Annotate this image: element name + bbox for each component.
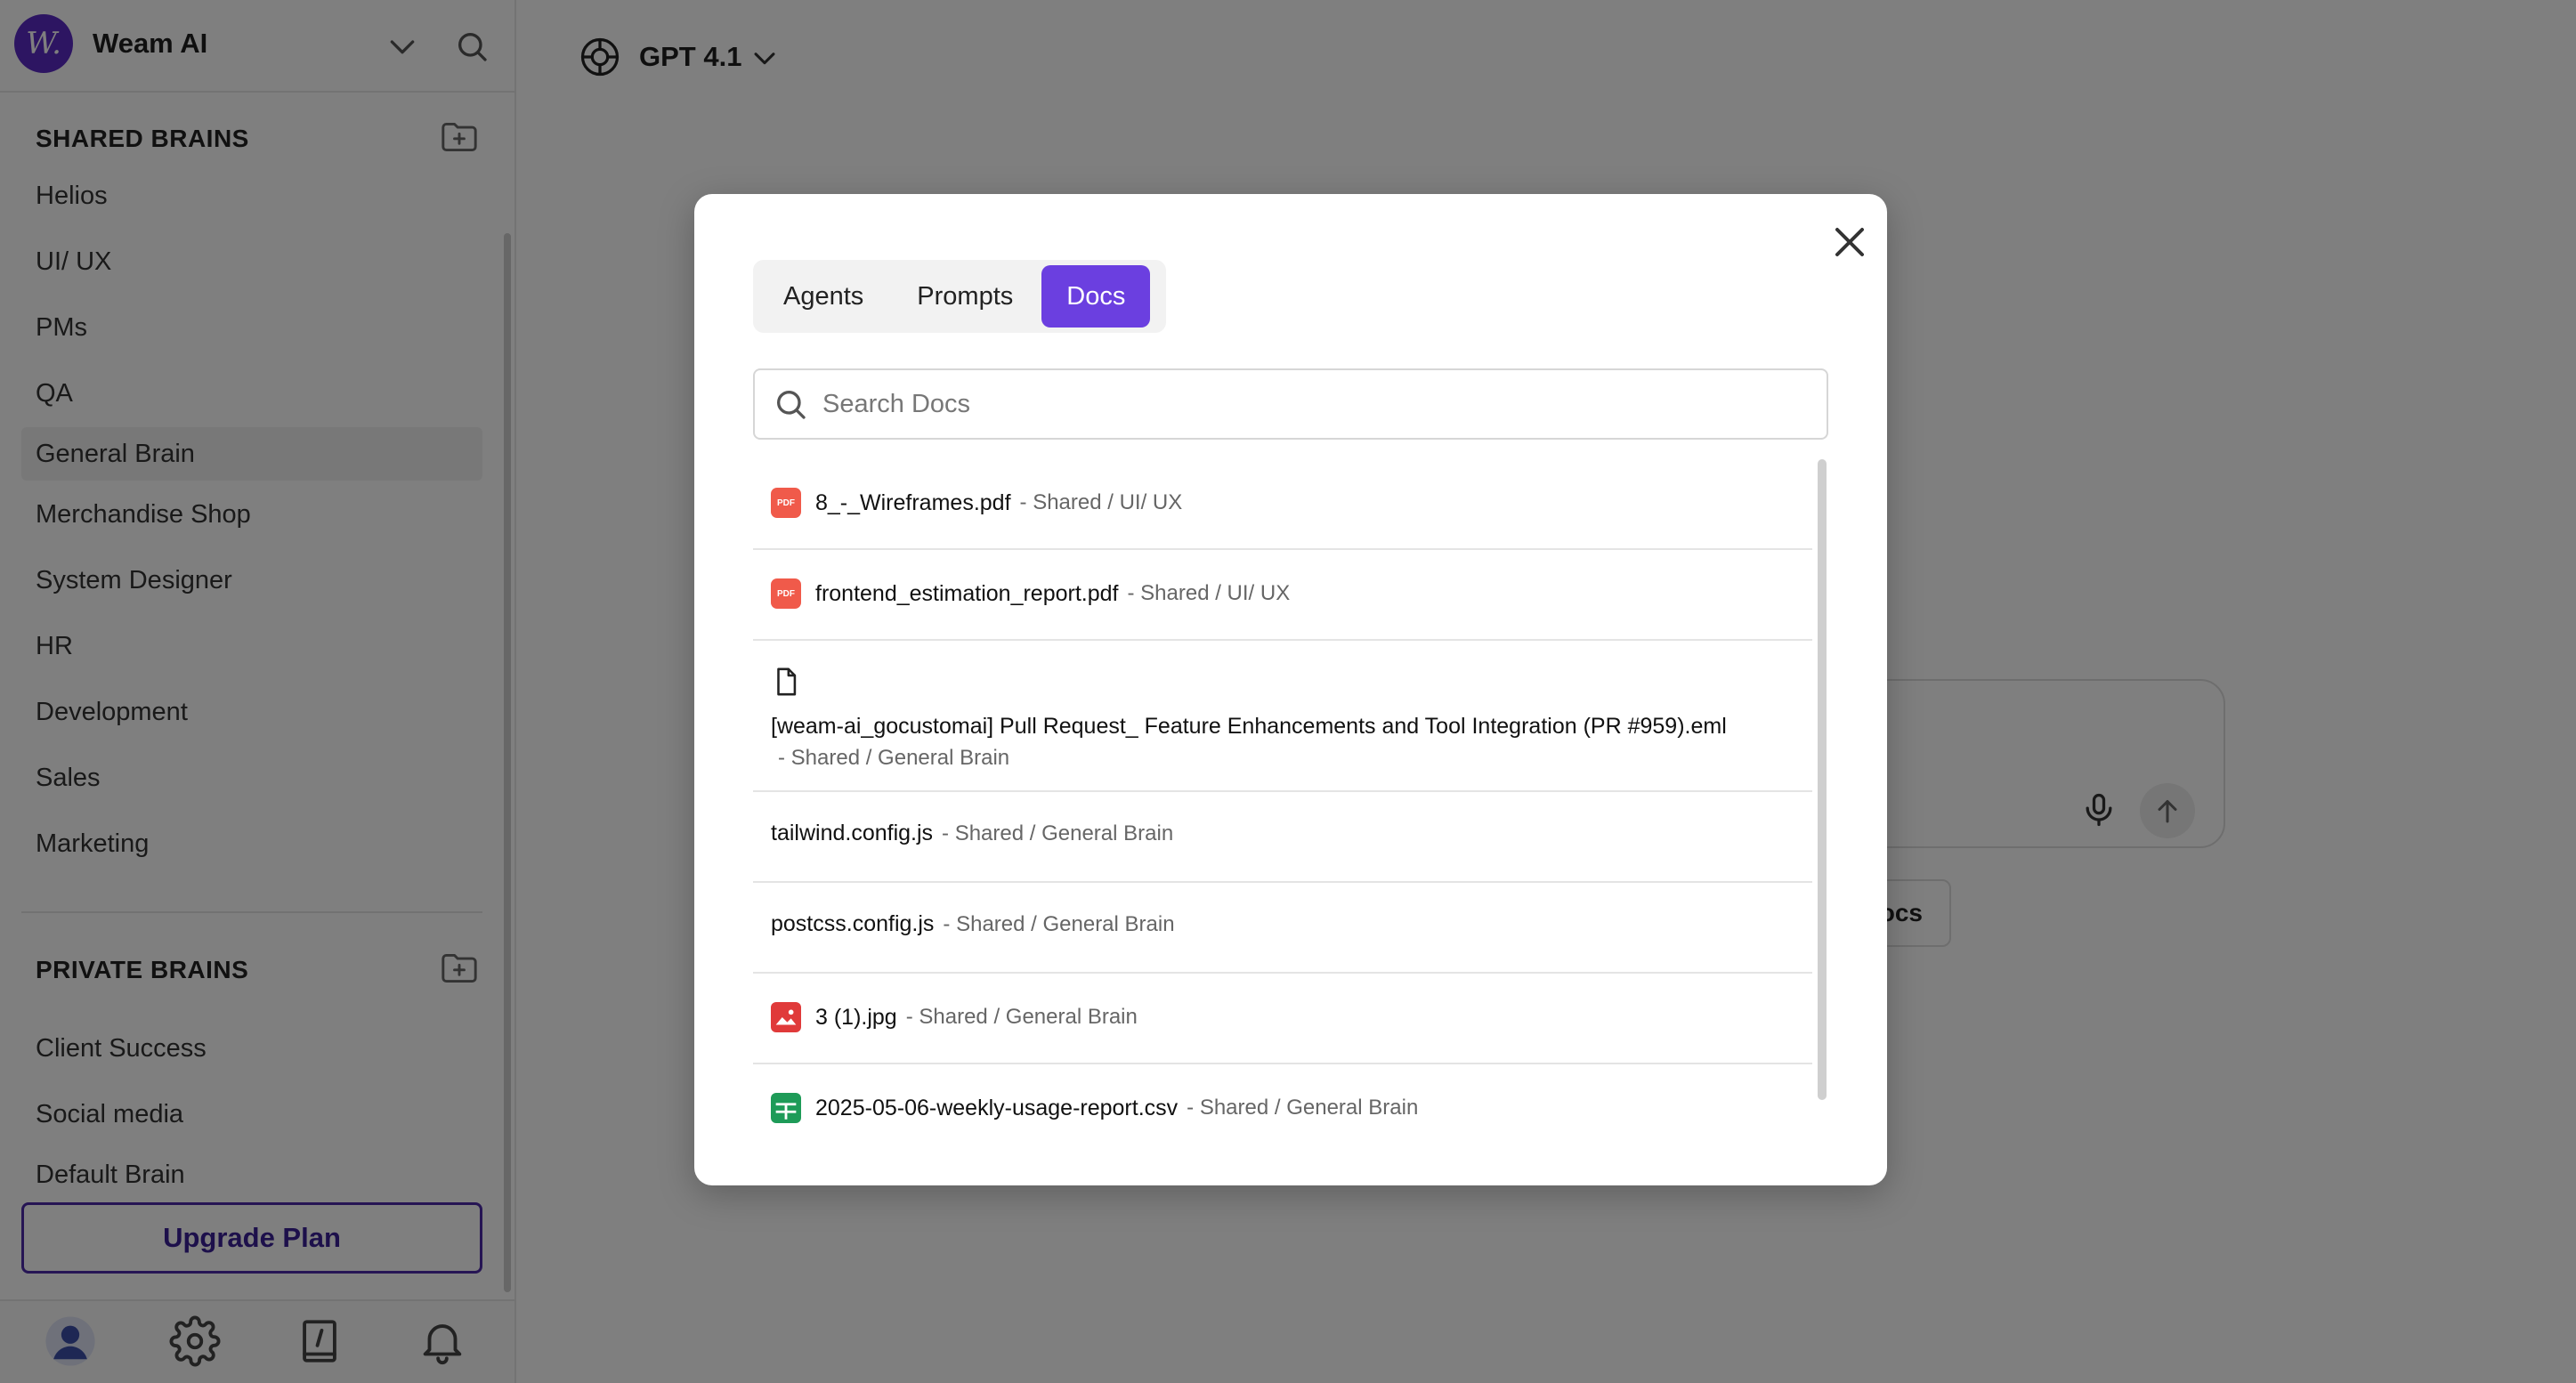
doc-path: - Shared / UI/ UX: [1127, 581, 1291, 605]
list-item[interactable]: 3 (1).jpg - Shared / General Brain: [753, 974, 1812, 1064]
search-docs-field[interactable]: [753, 368, 1828, 440]
list-item[interactable]: tailwind.config.js - Shared / General Br…: [753, 792, 1812, 883]
list-item[interactable]: PDF 8_-_Wireframes.pdf - Shared / UI/ UX: [753, 459, 1812, 550]
image-icon: [771, 1002, 801, 1032]
doc-path: - Shared / General Brain: [943, 911, 1175, 936]
search-input[interactable]: [822, 389, 1802, 419]
doc-name: [weam-ai_gocustomai] Pull Request_ Featu…: [771, 714, 1727, 739]
doc-name: 2025-05-06-weekly-usage-report.csv: [815, 1095, 1179, 1120]
pdf-icon: PDF: [771, 488, 801, 518]
doc-path: - Shared / General Brain: [905, 1005, 1138, 1029]
docs-list-scrollbar[interactable]: [1818, 459, 1827, 1100]
close-icon[interactable]: [1828, 221, 1871, 263]
pdf-icon: PDF: [771, 578, 801, 609]
list-item[interactable]: [weam-ai_gocustomai] Pull Request_ Featu…: [753, 641, 1812, 792]
doc-name: 8_-_Wireframes.pdf: [815, 489, 1011, 515]
sheet-icon: [771, 1093, 801, 1123]
file-icon: [777, 667, 797, 696]
doc-name: tailwind.config.js: [771, 821, 934, 845]
list-item[interactable]: 2025-05-06-weekly-usage-report.csv - Sha…: [753, 1064, 1812, 1155]
doc-path: - Shared / UI/ UX: [1019, 490, 1183, 514]
doc-path: - Shared / General Brain: [1187, 1096, 1419, 1120]
doc-path: - Shared / General Brain: [778, 746, 1010, 770]
modal-tabs: Agents Prompts Docs: [753, 260, 1166, 333]
search-icon: [777, 391, 806, 419]
tab-agents[interactable]: Agents: [758, 265, 888, 328]
docs-list: PDF 8_-_Wireframes.pdf - Shared / UI/ UX…: [753, 459, 1812, 1171]
doc-path: - Shared / General Brain: [942, 821, 1174, 845]
tab-docs[interactable]: Docs: [1041, 265, 1151, 328]
doc-name: postcss.config.js: [771, 911, 935, 936]
tab-prompts[interactable]: Prompts: [892, 265, 1038, 328]
doc-name: frontend_estimation_report.pdf: [815, 580, 1119, 606]
list-item[interactable]: postcss.config.js - Shared / General Bra…: [753, 883, 1812, 974]
docs-modal: Agents Prompts Docs PDF 8_-_Wireframes.p…: [694, 194, 1887, 1185]
doc-name: 3 (1).jpg: [815, 1004, 897, 1030]
list-item[interactable]: PDF frontend_estimation_report.pdf - Sha…: [753, 550, 1812, 641]
